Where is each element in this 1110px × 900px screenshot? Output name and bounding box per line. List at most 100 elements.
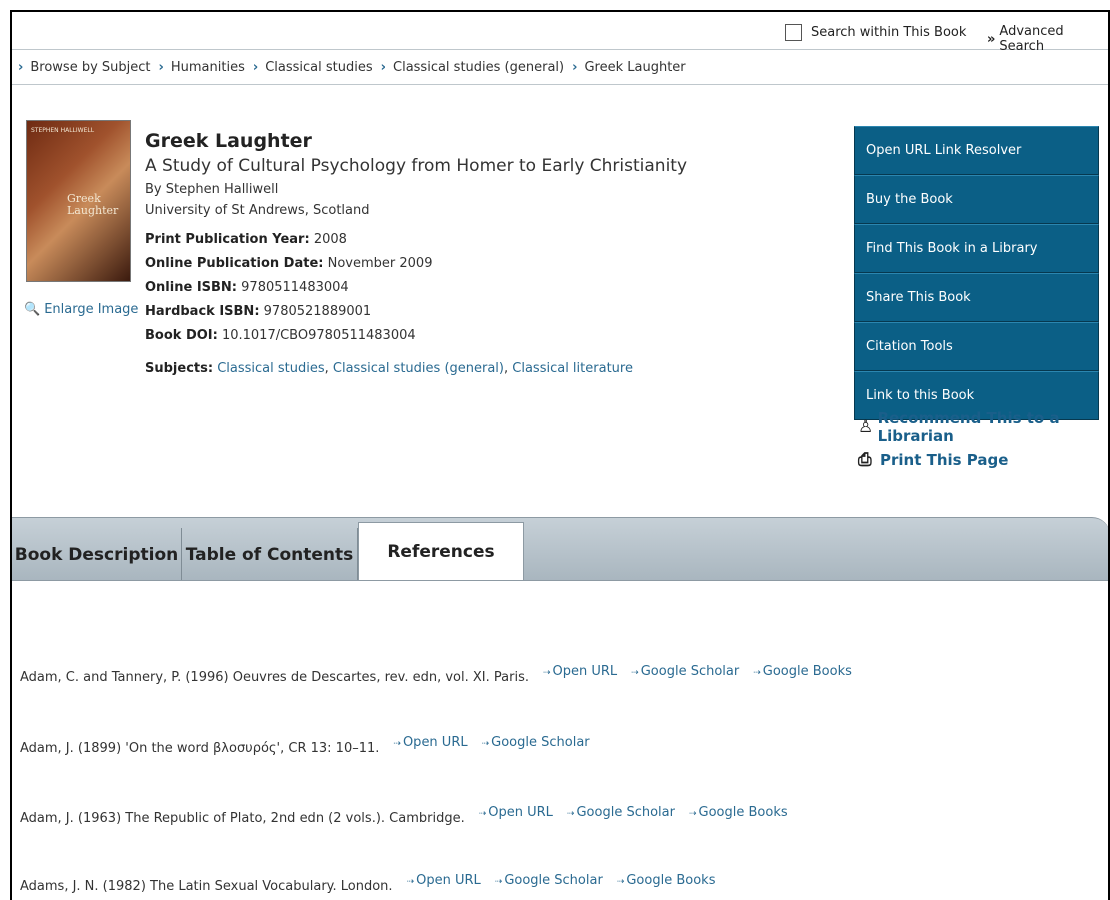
meta-label: Print Publication Year: (145, 232, 310, 247)
open-url-link[interactable]: ⇢ Open URL (407, 873, 481, 888)
reference-item: Adams, J. N. (1982) The Latin Sexual Voc… (20, 873, 715, 894)
meta-row: Hardback ISBN: 9780521889001 (145, 304, 845, 319)
open-url-link[interactable]: ⇢ Open URL (479, 805, 553, 820)
print-page-link[interactable]: ⎙ Print This Page (858, 450, 1108, 470)
subject-link[interactable]: Classical studies (217, 361, 324, 376)
printer-icon: ⎙ (858, 450, 872, 470)
breadcrumb-item[interactable]: › Classical studies (general) (381, 60, 564, 75)
meta-label: Online Publication Date: (145, 256, 324, 271)
link-label: Google Scholar (491, 735, 590, 750)
subjects-label: Subjects: (145, 361, 214, 376)
search-within-checkbox[interactable] (785, 24, 802, 41)
link-label: Google Scholar (576, 805, 675, 820)
book-subtitle: A Study of Cultural Psychology from Home… (145, 156, 688, 176)
arrow-right-icon: ⇢ (494, 877, 503, 887)
link-label: Google Books (698, 805, 788, 820)
meta-value: November 2009 (327, 256, 433, 271)
link-label: Open URL (488, 805, 553, 820)
search-within-toggle[interactable]: Search within This Book (785, 24, 966, 41)
cover-title-line: Laughter (67, 204, 119, 217)
meta-row: Online ISBN: 9780511483004 (145, 280, 845, 295)
arrow-right-icon: ⇢ (688, 809, 697, 819)
book-author: By Stephen Halliwell (145, 182, 279, 197)
share-book-button[interactable]: Share This Book (854, 273, 1099, 322)
link-label: Google Scholar (640, 664, 740, 679)
google-books-link[interactable]: ⇢ Google Books (753, 664, 852, 679)
open-url-link[interactable]: ⇢ Open URL (543, 664, 617, 679)
arrow-right-icon: ⇢ (753, 668, 761, 678)
meta-value: 2008 (313, 232, 347, 247)
recommend-to-librarian-link[interactable]: ♙ Recommend This to a Librarian (858, 409, 1108, 445)
tab-book-description[interactable]: Book Description (12, 528, 182, 581)
tab-table-of-contents[interactable]: Table of Contents (182, 528, 358, 581)
link-label: Open URL (402, 735, 468, 750)
arrow-right-icon: ⇢ (542, 668, 551, 678)
side-links: ♙ Recommend This to a Librarian ⎙ Print … (858, 409, 1108, 475)
arrow-right-icon: ⇢ (481, 739, 490, 749)
reference-text: Adam, C. and Tannery, P. (1996) Oeuvres … (20, 670, 529, 685)
google-scholar-link[interactable]: ⇢ Google Scholar (567, 805, 675, 820)
meta-value: 10.1017/CBO9780511483004 (221, 328, 416, 343)
book-actions-panel: Open URL Link Resolver Buy the Book Find… (854, 126, 1099, 420)
tab-references[interactable]: References (358, 522, 524, 581)
chevron-right-icon: › (18, 59, 24, 75)
breadcrumb-label: Browse by Subject (30, 59, 151, 75)
enlarge-image-link[interactable]: 🔍 Enlarge Image (24, 302, 138, 317)
meta-value: 9780511483004 (241, 280, 349, 295)
link-label: Open URL (552, 664, 618, 679)
author-affiliation: University of St Andrews, Scotland (145, 203, 370, 218)
buy-the-book-button[interactable]: Buy the Book (854, 175, 1099, 224)
recommend-label: Recommend This to a Librarian (877, 409, 1060, 445)
cover-author-text: STEPHEN HALLIWELL (31, 127, 95, 134)
meta-row: Online Publication Date: November 2009 (145, 256, 845, 271)
arrow-right-icon: ⇢ (478, 809, 487, 819)
arrow-right-icon: ⇢ (616, 877, 625, 887)
breadcrumb-label: Classical studies (265, 59, 373, 75)
reference-text: Adams, J. N. (1982) The Latin Sexual Voc… (20, 879, 393, 894)
book-metadata: Print Publication Year: 2008 Online Publ… (145, 232, 845, 343)
breadcrumb-item[interactable]: › Classical studies (253, 60, 373, 75)
google-books-link[interactable]: ⇢ Google Books (689, 805, 788, 820)
meta-row: Book DOI: 10.1017/CBO9780511483004 (145, 328, 845, 343)
arrow-right-icon: ⇢ (393, 739, 401, 749)
google-scholar-link[interactable]: ⇢ Google Scholar (631, 664, 739, 679)
find-in-library-button[interactable]: Find This Book in a Library (854, 224, 1099, 273)
search-within-label: Search within This Book (811, 25, 967, 40)
advanced-search-link[interactable]: » Advanced Search (987, 24, 1108, 54)
top-bar: Search within This Book » Advanced Searc… (12, 12, 1108, 54)
open-url-link-resolver-button[interactable]: Open URL Link Resolver (854, 126, 1099, 175)
breadcrumb-current: › Greek Laughter (572, 60, 686, 75)
subject-link[interactable]: Classical studies (general) (333, 361, 504, 376)
google-scholar-link[interactable]: ⇢ Google Scholar (482, 735, 590, 750)
breadcrumb-label: Humanities (170, 59, 245, 75)
magnifier-icon: 🔍 (24, 302, 41, 317)
citation-tools-button[interactable]: Citation Tools (854, 322, 1099, 371)
link-label: Google Books (626, 873, 716, 888)
chevron-right-icon: › (380, 59, 386, 75)
meta-label: Online ISBN: (145, 280, 238, 295)
enlarge-image-label: Enlarge Image (44, 302, 139, 317)
reference-item: Adam, J. (1963) The Republic of Plato, 2… (20, 805, 788, 826)
arrow-right-icon: ⇢ (406, 877, 415, 887)
meta-row: Print Publication Year: 2008 (145, 232, 845, 247)
link-label: Open URL (416, 873, 481, 888)
reference-item: Adam, C. and Tannery, P. (1996) Oeuvres … (20, 664, 852, 685)
google-scholar-link[interactable]: ⇢ Google Scholar (495, 873, 603, 888)
breadcrumb-item[interactable]: › Humanities (159, 60, 245, 75)
book-cover-image[interactable]: STEPHEN HALLIWELL Greek Laughter (26, 120, 131, 282)
open-url-link[interactable]: ⇢ Open URL (393, 735, 467, 750)
breadcrumb-label: Classical studies (general) (393, 59, 565, 75)
reference-item: Adam, J. (1899) 'On the word βλοσυρός', … (20, 735, 590, 756)
breadcrumb-item[interactable]: › Browse by Subject (18, 60, 151, 75)
breadcrumb-label: Greek Laughter (584, 59, 686, 75)
double-chevron-icon: » (987, 31, 996, 47)
breadcrumb: › Browse by Subject › Humanities › Classica… (12, 50, 1108, 85)
chevron-right-icon: › (158, 59, 164, 75)
meta-label: Hardback ISBN: (145, 304, 260, 319)
link-label: Google Scholar (504, 873, 603, 888)
meta-label: Book DOI: (145, 328, 218, 343)
google-books-link[interactable]: ⇢ Google Books (617, 873, 716, 888)
advanced-search-label: Advanced Search (999, 24, 1064, 54)
references-list: Adam, C. and Tannery, P. (1996) Oeuvres … (12, 580, 1108, 900)
subject-link[interactable]: Classical literature (512, 361, 633, 376)
